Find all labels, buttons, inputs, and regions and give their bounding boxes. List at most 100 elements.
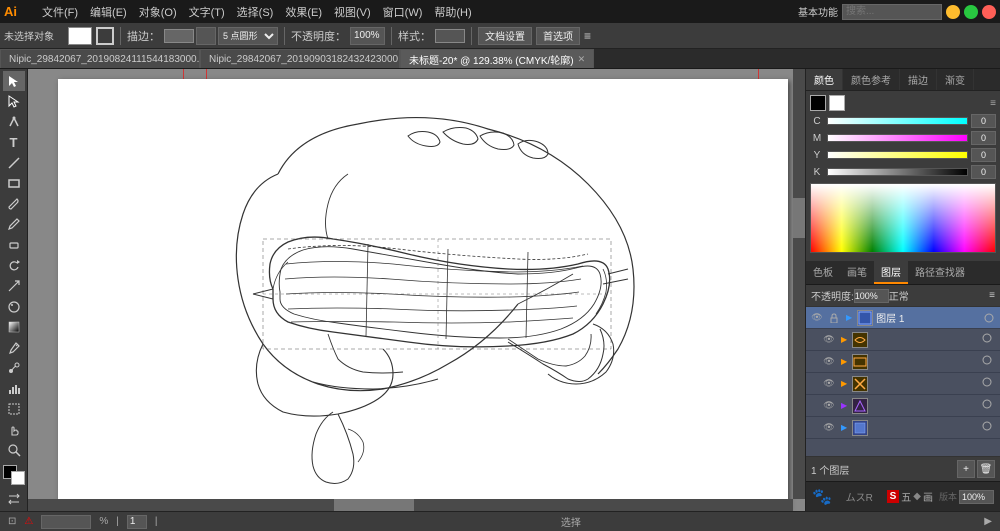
zoom-input[interactable]: 129.38 [41, 515, 91, 529]
panel-tab-stroke[interactable]: 描边 [900, 69, 937, 90]
new-layer-button[interactable]: + [957, 460, 975, 478]
background-color[interactable] [11, 471, 25, 485]
stroke-shape-select[interactable]: 5 点圆形 [218, 27, 278, 45]
stroke-value-input[interactable] [196, 27, 216, 45]
fg-bg-color-control[interactable] [3, 465, 25, 485]
eyedropper-tool[interactable] [3, 338, 25, 358]
sub1-circle[interactable] [982, 333, 996, 346]
y-value-input[interactable] [971, 148, 996, 162]
minimize-button[interactable] [946, 5, 960, 19]
page-input[interactable] [127, 515, 147, 529]
zoom-panel-input[interactable] [959, 490, 994, 504]
type-tool[interactable]: T [3, 133, 25, 153]
m-label: M [810, 133, 824, 144]
background-color-swatch[interactable] [829, 95, 845, 111]
menu-window[interactable]: 窗口(W) [378, 2, 428, 22]
y-slider[interactable] [827, 151, 968, 159]
search-input[interactable] [842, 4, 942, 20]
menu-help[interactable]: 帮助(H) [429, 2, 476, 22]
shape-tool[interactable] [3, 174, 25, 194]
hand-tool[interactable] [3, 420, 25, 440]
close-button[interactable] [982, 5, 996, 19]
eraser-tool[interactable] [3, 235, 25, 255]
layer-item-sub2[interactable]: 👁 ▶ [806, 351, 1000, 373]
zoom-tool[interactable] [3, 441, 25, 461]
menu-view[interactable]: 视图(V) [329, 2, 376, 22]
extra-icon[interactable]: ≡ [584, 29, 591, 43]
graph-tool[interactable] [3, 379, 25, 399]
sub3-visibility[interactable]: 👁 [822, 377, 836, 391]
color-spectrum[interactable] [810, 183, 996, 253]
layer-opacity-input[interactable] [854, 289, 889, 303]
menu-object[interactable]: 对象(O) [134, 2, 182, 22]
layer-tab-brushes[interactable]: 画笔 [840, 261, 874, 284]
blend-tool[interactable] [3, 358, 25, 378]
horizontal-scroll-thumb[interactable] [334, 499, 414, 511]
layer-tab-layers[interactable]: 图层 [874, 261, 908, 284]
sub5-visibility[interactable]: 👁 [822, 421, 836, 435]
warp-tool[interactable] [3, 297, 25, 317]
menu-edit[interactable]: 编辑(E) [85, 2, 132, 22]
maximize-button[interactable] [964, 5, 978, 19]
menu-file[interactable]: 文件(F) [37, 2, 83, 22]
m-slider[interactable] [827, 134, 968, 142]
layer-item-sub4[interactable]: 👁 ▶ [806, 395, 1000, 417]
menu-effect[interactable]: 效果(E) [280, 2, 327, 22]
sub1-visibility[interactable]: 👁 [822, 333, 836, 347]
panel-tab-color[interactable]: 颜色 [806, 69, 843, 90]
sub4-visibility[interactable]: 👁 [822, 399, 836, 413]
pencil-tool[interactable] [3, 215, 25, 235]
layer-1-circle[interactable] [982, 311, 996, 325]
tab-2[interactable]: 未标题-20* @ 129.38% (CMYK/轮廓) ✕ [400, 49, 594, 68]
direct-selection-tool[interactable] [3, 92, 25, 112]
delete-layer-button[interactable]: 🗑 [977, 460, 995, 478]
vertical-scroll-thumb[interactable] [793, 198, 805, 238]
sub2-visibility[interactable]: 👁 [822, 355, 836, 369]
paintbrush-tool[interactable] [3, 194, 25, 214]
foreground-color-swatch[interactable] [810, 95, 826, 111]
tab-0[interactable]: Nipic_29842067_20190824111544183000.ai* … [0, 49, 200, 68]
c-slider[interactable] [827, 117, 968, 125]
tab-1[interactable]: Nipic_29842067_20190903182432423000.ai @… [200, 49, 400, 68]
layer-1-visibility-toggle[interactable]: 👁 [810, 311, 824, 325]
menu-type[interactable]: 文字(T) [184, 2, 230, 22]
doc-settings-button[interactable]: 文档设置 [478, 27, 532, 45]
m-value-input[interactable] [971, 131, 996, 145]
opacity-input[interactable] [350, 27, 385, 45]
layer-panel-menu[interactable]: ≡ [989, 290, 995, 301]
preferences-button[interactable]: 首选项 [536, 27, 580, 45]
color-panel-menu[interactable]: ≡ [990, 98, 996, 109]
sub2-circle[interactable] [982, 355, 996, 368]
gradient-tool[interactable] [3, 317, 25, 337]
canvas-area[interactable] [28, 69, 805, 511]
rotate-tool[interactable] [3, 256, 25, 276]
no-selection-label: 未选择对象 [4, 28, 64, 43]
tab-2-close[interactable]: ✕ [578, 54, 586, 65]
selection-tool[interactable] [3, 71, 25, 91]
line-tool[interactable] [3, 153, 25, 173]
panel-tab-color-guide[interactable]: 颜色参考 [843, 69, 900, 90]
sub3-circle[interactable] [982, 377, 996, 390]
sub5-circle[interactable] [982, 421, 996, 434]
swap-colors-button[interactable] [3, 490, 25, 510]
scale-tool[interactable] [3, 276, 25, 296]
layer-item-1[interactable]: 👁 ▶ 图层 1 [806, 307, 1000, 329]
layer-tab-pathfinder[interactable]: 路径查找器 [908, 261, 972, 284]
sub4-circle[interactable] [982, 399, 996, 412]
horizontal-scrollbar[interactable] [28, 499, 793, 511]
fill-color-swatch[interactable] [68, 27, 92, 45]
panel-tab-gradient[interactable]: 渐变 [937, 69, 974, 90]
layer-item-sub5[interactable]: 👁 ▶ [806, 417, 1000, 439]
layer-item-sub3[interactable]: 👁 ▶ [806, 373, 1000, 395]
helmet-drawing [98, 94, 778, 511]
layer-item-sub1[interactable]: 👁 ▶ [806, 329, 1000, 351]
k-slider[interactable] [827, 168, 968, 176]
artboard-tool[interactable] [3, 400, 25, 420]
vertical-scrollbar[interactable] [793, 69, 805, 499]
k-value-input[interactable] [971, 165, 996, 179]
menu-select[interactable]: 选择(S) [232, 2, 279, 22]
pen-tool[interactable] [3, 112, 25, 132]
c-value-input[interactable] [971, 114, 996, 128]
layer-tab-swatches[interactable]: 色板 [806, 261, 840, 284]
layer-1-lock[interactable] [827, 311, 841, 325]
